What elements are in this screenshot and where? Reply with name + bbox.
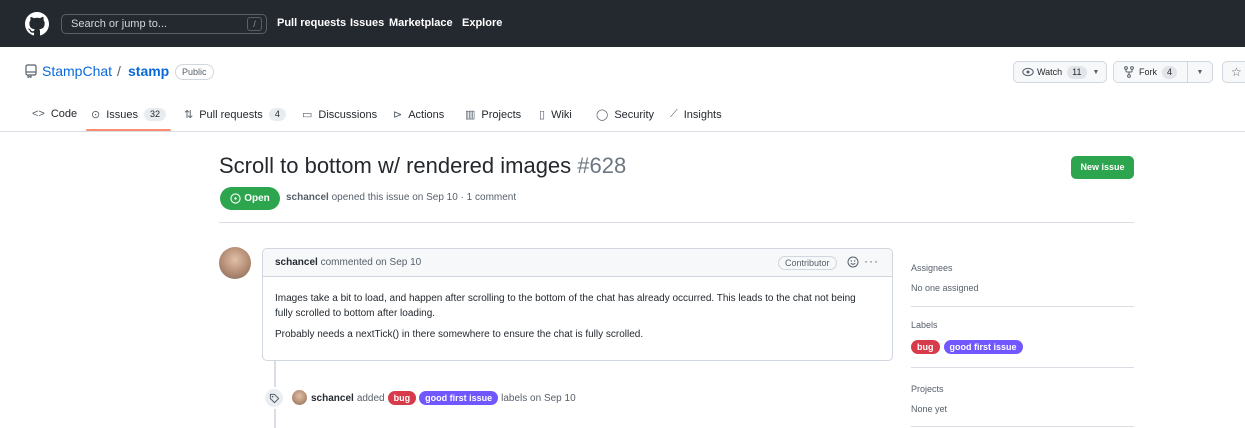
star-icon: ☆ [1231,65,1242,79]
sidebar-divider [911,426,1134,427]
event-actor-link[interactable]: schancel [311,393,354,404]
event-suffix[interactable]: labels on Sep 10 [501,393,576,404]
code-icon: <> [32,108,45,120]
repo-name-link[interactable]: stamp [128,63,169,79]
tab-wiki[interactable]: ▯ Wiki [539,108,572,122]
search-placeholder: Search or jump to... [71,18,167,30]
search-input[interactable]: Search or jump to... / [61,14,267,34]
tab-pull-requests-label: Pull requests [199,108,263,121]
comment-author-link[interactable]: schancel [275,257,318,268]
watch-count: 11 [1067,65,1087,79]
search-shortcut-key: / [247,17,262,31]
issue-title: Scroll to bottom w/ rendered images #628 [219,153,626,179]
comment-author-line: schancel commented on Sep 10 [275,257,421,268]
header-divider [219,222,1134,223]
comment-paragraph: Probably needs a nextTick() in there som… [275,329,644,340]
global-header: Search or jump to... / Pull requests Iss… [0,0,1245,47]
chevron-down-icon: ▼ [1196,68,1204,76]
tabs-divider [0,131,1245,132]
event-verb: added [356,392,385,404]
issue-meta: schancel opened this issue on Sep 10 · 1… [286,192,516,203]
label-good-first-issue[interactable]: good first issue [943,340,1023,354]
tab-code-label: Code [50,108,78,120]
book-icon: ▯ [539,109,546,121]
fork-count: 4 [1162,65,1178,79]
tab-insights[interactable]: ⟋ Insights [670,108,722,121]
git-pull-request-icon: ⇅ [184,109,194,121]
tab-issues-count: 32 [144,108,167,121]
new-issue-button[interactable]: New issue [1071,156,1134,179]
labels-heading[interactable]: Labels [911,320,938,330]
tab-wiki-label: Wiki [551,108,572,121]
play-icon: ⊳ [393,109,403,121]
comment-paragraph: Images take a bit to load, and happen af… [275,293,856,319]
sidebar-divider [911,306,1134,307]
projects-value: None yet [911,404,948,414]
issue-author-link[interactable]: schancel [286,192,329,203]
chevron-down-icon: ▼ [1092,68,1100,76]
tab-projects-label: Projects [481,108,522,121]
graph-icon: ⟋ [670,108,678,120]
repo-icon [25,64,37,81]
kebab-horizontal-icon[interactable]: ··· [864,254,879,268]
tab-actions-label: Actions [408,108,445,121]
issue-opened-icon [230,193,241,204]
nav-explore[interactable]: Explore [462,17,502,29]
issue-title-text: Scroll to bottom w/ rendered images [219,153,572,178]
tab-issues[interactable]: ⊙ Issues 32 [91,108,167,121]
issue-meta-text: opened this issue on Sep 10 · 1 comment [331,192,517,203]
shield-icon: ◯ [596,109,609,121]
comment-discussion-icon: ▭ [302,109,313,121]
label-good-first-issue[interactable]: good first issue [419,391,499,405]
issue-state-badge: Open [220,187,280,210]
projects-heading[interactable]: Projects [911,384,944,394]
comment-body: Images take a bit to load, and happen af… [275,291,875,348]
tab-actions[interactable]: ⊳ Actions [393,108,445,122]
watch-button[interactable]: Watch 11 ▼ [1013,61,1107,83]
tab-discussions-label: Discussions [318,108,378,121]
issue-opened-icon: ⊙ [91,109,101,121]
nav-marketplace[interactable]: Marketplace [389,17,453,29]
sidebar-labels: bug good first issue [911,340,1023,354]
sidebar-divider [911,367,1134,368]
label-bug[interactable]: bug [387,391,417,405]
assignees-value: No one assigned [911,283,979,293]
comment-timestamp[interactable]: commented on Sep 10 [321,257,422,268]
issue-number: #628 [577,153,627,178]
tab-insights-label: Insights [683,108,722,121]
tab-code[interactable]: <> Code [32,108,77,120]
github-logo-icon[interactable] [25,12,49,36]
repo-path-separator: / [117,63,121,79]
assignees-heading[interactable]: Assignees [911,263,953,273]
fork-dropdown-button[interactable]: ▼ [1187,61,1213,83]
repo-owner-link[interactable]: StampChat [42,63,112,79]
nav-issues[interactable]: Issues [350,17,384,29]
issue-state-label: Open [244,193,270,204]
avatar[interactable] [219,247,251,279]
visibility-badge: Public [175,64,214,80]
fork-button[interactable]: Fork 4 [1113,61,1188,83]
fork-label: Fork [1139,67,1157,77]
comment-header: schancel commented on Sep 10 Contributor… [263,249,892,277]
tab-pull-requests-count: 4 [268,108,286,121]
nav-pull-requests[interactable]: Pull requests [277,17,346,29]
avatar[interactable] [292,390,307,405]
watch-label: Watch [1037,67,1063,77]
smiley-icon[interactable] [847,256,859,271]
tag-icon [263,387,285,409]
tab-issues-label: Issues [106,108,139,121]
tab-security-label: Security [614,108,655,121]
eye-icon [1022,67,1034,77]
tab-discussions[interactable]: ▭ Discussions [302,108,378,122]
tab-pull-requests[interactable]: ⇅ Pull requests 4 [184,108,286,121]
author-role-badge: Contributor [778,256,837,270]
tab-projects[interactable]: ▥ Projects [465,108,522,122]
repo-forked-icon [1124,66,1134,78]
star-button[interactable]: ☆ [1222,61,1245,83]
comment: schancel commented on Sep 10 Contributor… [262,248,893,361]
label-bug[interactable]: bug [911,340,940,354]
label-event: schancel added bug good first issue labe… [311,391,576,405]
table-icon: ▥ [465,109,476,121]
tab-security[interactable]: ◯ Security [596,108,655,122]
